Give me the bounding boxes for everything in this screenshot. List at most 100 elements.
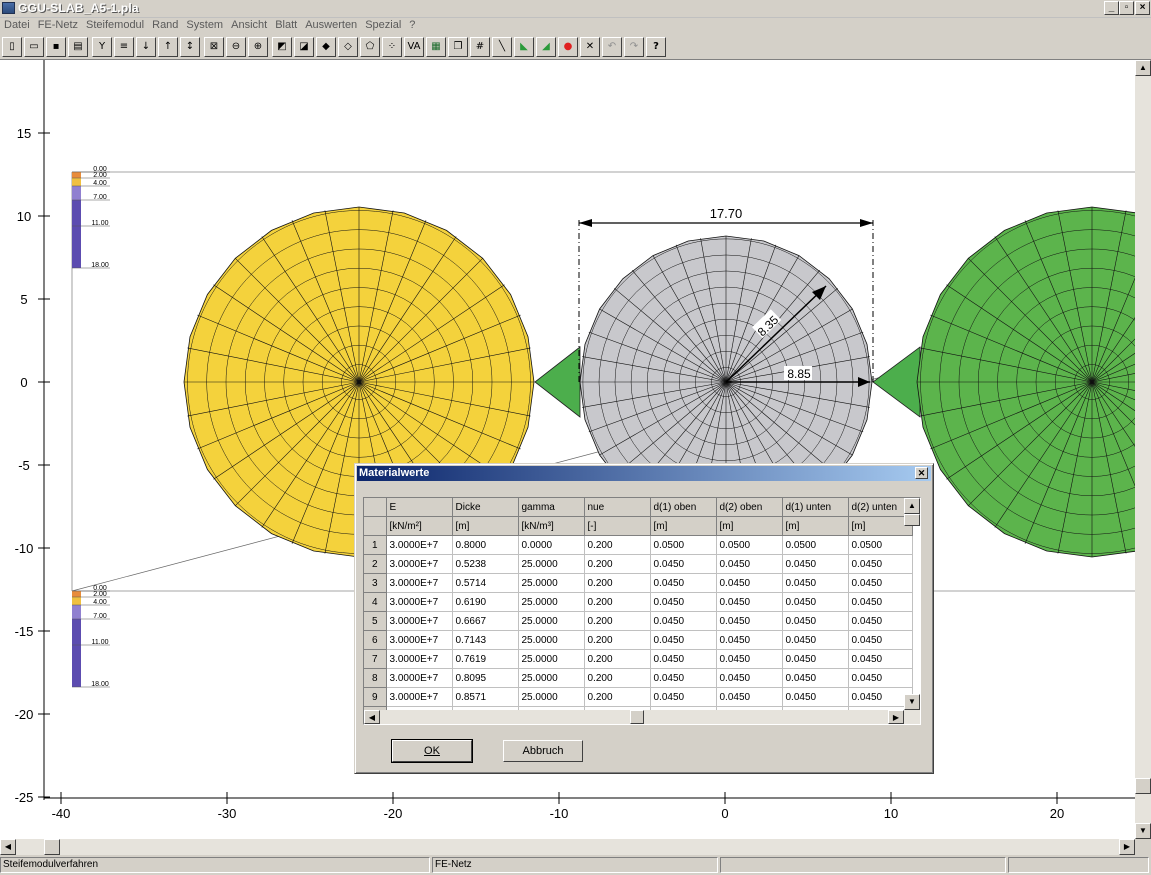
table-cell[interactable]: 0.0450 (848, 611, 913, 631)
table-row[interactable]: 1 3.0000E+7 0.8000 0.0000 0.200 0.0500 0.0500 0… (364, 535, 913, 555)
table-icon[interactable]: ▦ (426, 37, 446, 57)
table-cell[interactable]: 0.0450 (716, 573, 783, 593)
table-cell[interactable]: 3.0000E+7 (386, 687, 453, 707)
table-cell[interactable]: 0.0450 (782, 573, 849, 593)
column-header[interactable]: d(1) unten (782, 498, 849, 517)
dialog-close-icon[interactable]: ✕ (915, 467, 928, 479)
table-cell[interactable]: 25.0000 (518, 554, 585, 574)
arrow-down-icon[interactable]: ↓ (136, 37, 156, 57)
table-cell[interactable]: 0.5714 (452, 573, 519, 593)
points-icon[interactable]: ⁘ (382, 37, 402, 57)
horizontal-scrollbar[interactable]: ◀ ▶ (0, 839, 1135, 855)
table-cell[interactable]: 0.0450 (848, 687, 913, 707)
menu-item-8[interactable]: Spezial (361, 17, 405, 33)
table-cell[interactable]: 0.0450 (782, 687, 849, 707)
table-cell[interactable]: 3.0000E+7 (386, 573, 453, 593)
table-cell[interactable]: 3.0000E+7 (386, 592, 453, 612)
tool-c-icon[interactable]: ◆ (316, 37, 336, 57)
table-cell[interactable]: 0.0450 (782, 668, 849, 688)
table-cell[interactable]: 0.200 (584, 611, 651, 631)
menu-item-1[interactable]: FE-Netz (34, 17, 82, 33)
table-cell[interactable]: 0.0450 (782, 630, 849, 650)
arrow-updown-icon[interactable]: ↕ (180, 37, 200, 57)
cancel-button[interactable]: Abbruch (503, 740, 583, 762)
table-cell[interactable]: 0.0450 (650, 611, 717, 631)
table-cell[interactable]: 3.0000E+7 (386, 554, 453, 574)
menu-item-4[interactable]: System (182, 17, 227, 33)
table-cell[interactable]: 0.0450 (650, 668, 717, 688)
column-header[interactable]: gamma (518, 498, 585, 517)
table-cell[interactable]: 25.0000 (518, 573, 585, 593)
close-button[interactable]: × (1135, 1, 1150, 15)
table-row[interactable]: 5 3.0000E+7 0.6667 25.0000 0.200 0.0450 0.0450… (364, 611, 913, 631)
table-cell[interactable]: 0.0450 (650, 573, 717, 593)
table-cell[interactable]: 0.5238 (452, 554, 519, 574)
table-cell[interactable]: 0.0450 (848, 554, 913, 574)
table-cell[interactable]: 25.0000 (518, 630, 585, 650)
redo-icon[interactable]: ↷ (624, 37, 644, 57)
scroll-up-icon[interactable]: ▲ (1135, 60, 1151, 76)
table-cell[interactable]: 0.0500 (782, 535, 849, 555)
table-cell[interactable]: 0.0450 (650, 649, 717, 669)
table-cell[interactable]: 0.200 (584, 535, 651, 555)
tool-b-icon[interactable]: ◪ (294, 37, 314, 57)
column-header[interactable]: nue (584, 498, 651, 517)
grid-scroll-down-icon[interactable]: ▼ (904, 694, 920, 710)
grid-scroll-left-icon[interactable]: ◀ (364, 710, 380, 724)
column-header[interactable]: d(2) oben (716, 498, 783, 517)
table-cell[interactable]: 0.0500 (716, 535, 783, 555)
ok-button[interactable]: OK (391, 739, 473, 763)
table-cell[interactable]: 0.200 (584, 573, 651, 593)
undo-icon[interactable]: ↶ (602, 37, 622, 57)
table-cell[interactable]: 3.0000E+7 (386, 668, 453, 688)
table-cell[interactable]: 0.0450 (782, 611, 849, 631)
table-cell[interactable]: 0.0450 (716, 649, 783, 669)
new-file-icon[interactable]: ▯ (2, 37, 22, 57)
table-cell[interactable]: 0.0450 (716, 592, 783, 612)
table-row[interactable]: 4 3.0000E+7 0.6190 25.0000 0.200 0.0450 0.0450… (364, 592, 913, 612)
table-cell[interactable]: 0.0450 (716, 611, 783, 631)
grid-icon[interactable]: # (470, 37, 490, 57)
va-icon[interactable]: VA (404, 37, 424, 57)
table-cell[interactable]: 25.0000 (518, 687, 585, 707)
hscroll-thumb[interactable] (44, 839, 60, 855)
red-circle-icon[interactable]: ● (558, 37, 578, 57)
scroll-left-icon[interactable]: ◀ (0, 839, 16, 855)
minimize-button[interactable]: _ (1104, 1, 1119, 15)
menu-item-0[interactable]: Datei (0, 17, 34, 33)
zoom-page-icon[interactable]: ⊠ (204, 37, 224, 57)
table-cell[interactable]: 0.7143 (452, 630, 519, 650)
table-cell[interactable]: 0.0450 (848, 649, 913, 669)
table-cell[interactable]: 0.0450 (848, 630, 913, 650)
table-cell[interactable]: 0.0450 (848, 668, 913, 688)
table-cell[interactable]: 3.0000E+7 (386, 649, 453, 669)
table-row[interactable]: 7 3.0000E+7 0.7619 25.0000 0.200 0.0450 0.0450… (364, 649, 913, 669)
table-cell[interactable]: 0.0000 (518, 535, 585, 555)
material-grid[interactable]: E Dicke gamma nue d(1) oben d(2) oben d(1) unt… (363, 497, 921, 725)
help-icon[interactable]: ? (646, 37, 666, 57)
table-cell[interactable]: 0.8571 (452, 687, 519, 707)
table-cell[interactable]: 0.0450 (650, 630, 717, 650)
grid-scroll-up-icon[interactable]: ▲ (904, 498, 920, 514)
scroll-down-icon[interactable]: ▼ (1135, 823, 1151, 839)
table-cell[interactable]: 0.0450 (716, 687, 783, 707)
table-cell[interactable]: 0.0450 (848, 592, 913, 612)
table-cell[interactable]: 0.200 (584, 630, 651, 650)
scroll-thumb[interactable] (1135, 778, 1151, 794)
table-row[interactable]: 9 3.0000E+7 0.8571 25.0000 0.200 0.0450 0.0450… (364, 687, 913, 707)
line-icon[interactable]: ╲ (492, 37, 512, 57)
table-cell[interactable]: 0.0450 (650, 554, 717, 574)
cross-icon[interactable]: ✕ (580, 37, 600, 57)
menu-item-7[interactable]: Auswerten (301, 17, 361, 33)
table-cell[interactable]: 0.0450 (716, 554, 783, 574)
list-icon[interactable]: ≡ (114, 37, 134, 57)
table-row[interactable]: 2 3.0000E+7 0.5238 25.0000 0.200 0.0450 0.0450… (364, 554, 913, 574)
table-cell[interactable]: 0.200 (584, 687, 651, 707)
table-cell[interactable]: 0.0450 (782, 592, 849, 612)
grid-hscroll[interactable]: ◀ ▶ (364, 710, 920, 724)
color-map2-icon[interactable]: ◢ (536, 37, 556, 57)
table-cell[interactable]: 0.0500 (848, 535, 913, 555)
table-row[interactable]: 8 3.0000E+7 0.8095 25.0000 0.200 0.0450 0.0450… (364, 668, 913, 688)
grid-hscroll-thumb[interactable] (630, 710, 644, 724)
table-cell[interactable]: 0.200 (584, 649, 651, 669)
